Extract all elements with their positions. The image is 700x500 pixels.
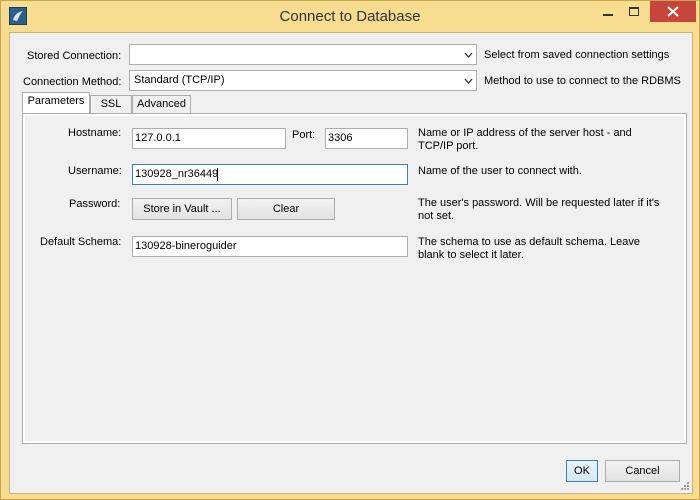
password-label: Password: [69, 198, 121, 210]
window-title: Connect to Database [279, 8, 421, 25]
chevron-down-icon [464, 78, 473, 84]
default-schema-hint-line-1: The schema to use as default schema. Lea… [418, 236, 640, 248]
password-hint: The user's password. Will be requested l… [418, 197, 659, 223]
port-input[interactable]: 3306 [325, 128, 408, 149]
tab-ssl[interactable]: SSL [90, 95, 132, 113]
connection-method-select[interactable]: Standard (TCP/IP) [129, 70, 477, 91]
default-schema-label: Default Schema: [40, 236, 122, 248]
hostname-value: 127.0.0.1 [135, 132, 181, 144]
dialog-client-area: Stored Connection: Select from saved con… [9, 32, 693, 494]
username-label: Username: [68, 165, 122, 177]
host-hint-line-1: Name or IP address of the server host - … [418, 127, 632, 139]
ok-button[interactable]: OK [566, 460, 598, 482]
connection-method-label: Connection Method: [23, 76, 122, 88]
resize-grip-icon[interactable] [680, 481, 690, 491]
close-icon [667, 6, 679, 17]
tab-parameters[interactable]: Parameters [22, 92, 90, 113]
text-caret [217, 168, 218, 181]
host-hint-line-2: TCP/IP port. [418, 140, 479, 152]
title-bar[interactable]: Connect to Database [1, 1, 699, 32]
port-label: Port: [292, 129, 316, 141]
password-hint-line-1: The user's password. Will be requested l… [418, 197, 660, 209]
default-schema-hint: The schema to use as default schema. Lea… [418, 236, 640, 262]
username-hint: Name of the user to connect with. [418, 165, 582, 177]
stored-connection-hint: Select from saved connection settings [484, 49, 670, 61]
default-schema-value: 130928-bineroguider [135, 240, 237, 252]
connect-dialog-window: Connect to Database Stored Connection: S… [0, 0, 700, 500]
connection-method-hint: Method to use to connect to the RDBMS [484, 75, 681, 87]
default-schema-input[interactable]: 130928-bineroguider [132, 236, 408, 257]
port-value: 3306 [328, 132, 353, 144]
hostname-label: Hostname: [68, 127, 122, 139]
cancel-button[interactable]: Cancel [605, 460, 680, 482]
username-value: 130928_nr36449 [135, 168, 219, 180]
parameters-panel: Hostname: 127.0.0.1 Port: 3306 Name or I… [22, 113, 687, 444]
host-hint: Name or IP address of the server host - … [418, 127, 632, 153]
close-button[interactable] [650, 1, 696, 22]
stored-connection-select[interactable] [129, 44, 477, 65]
chevron-down-icon [464, 52, 473, 58]
hostname-input[interactable]: 127.0.0.1 [132, 128, 286, 149]
connection-method-value: Standard (TCP/IP) [134, 74, 225, 86]
store-in-vault-button[interactable]: Store in Vault ... [132, 198, 232, 220]
maximize-button[interactable] [623, 1, 645, 23]
parameters-panel-body: Hostname: 127.0.0.1 Port: 3306 Name or I… [25, 116, 684, 441]
default-schema-hint-line-2: blank to select it later. [418, 249, 524, 261]
minimize-button[interactable] [597, 1, 619, 23]
clear-password-button[interactable]: Clear [237, 198, 335, 220]
stored-connection-label: Stored Connection: [27, 50, 122, 62]
username-input[interactable]: 130928_nr36449 [132, 164, 408, 185]
tab-advanced[interactable]: Advanced [132, 95, 191, 113]
password-hint-line-2: not set. [418, 210, 455, 222]
